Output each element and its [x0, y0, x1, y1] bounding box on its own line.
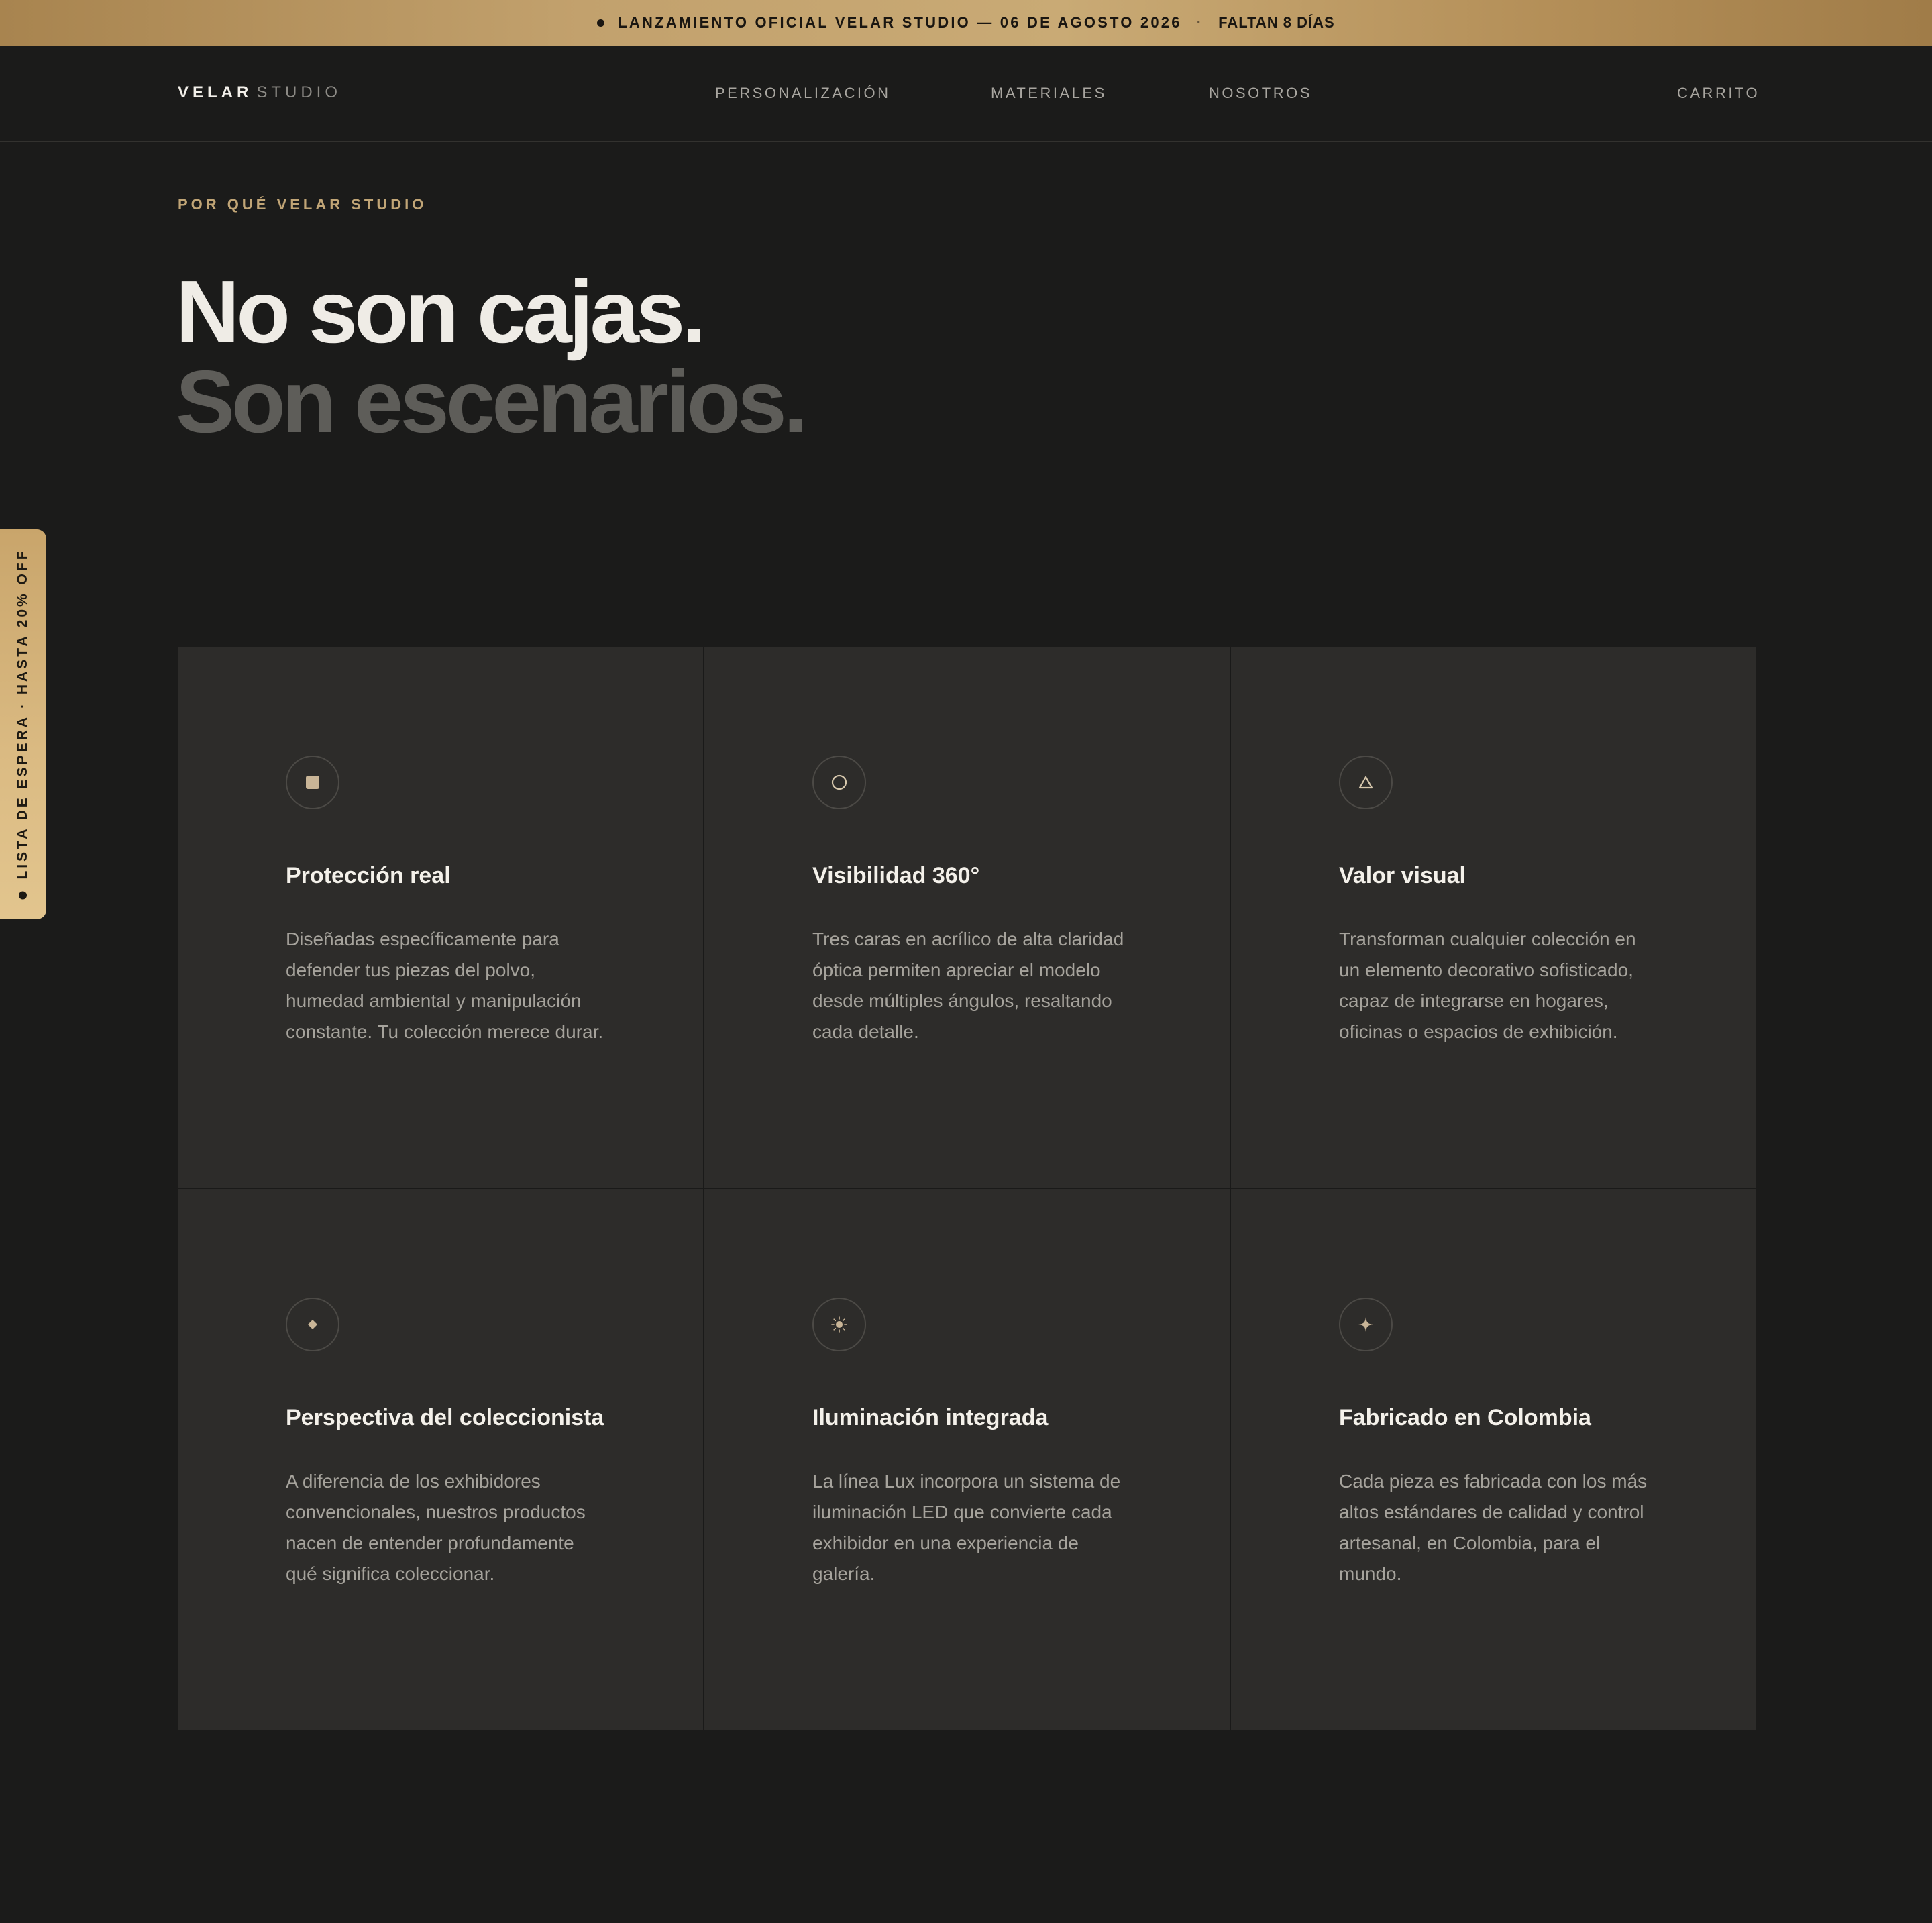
announcement-countdown: FALTAN 8 DÍAS	[1218, 14, 1335, 31]
feature-description: Tres caras en acrílico de alta claridad …	[812, 929, 1124, 1042]
logo[interactable]: VELAR STUDIO	[178, 83, 341, 102]
feature-description: A diferencia de los exhibidores convenci…	[286, 1471, 586, 1584]
nav-link-nosotros[interactable]: NOSOTROS	[1209, 85, 1312, 102]
announcement-text: LANZAMIENTO OFICIAL VELAR STUDIO — 06 DE…	[618, 14, 1182, 31]
features-grid: Protección real Diseñadas específicament…	[178, 647, 1756, 1730]
hero-title-line2: Son escenarios.	[176, 352, 808, 451]
sun-icon	[812, 1298, 866, 1351]
feature-card: Protección real Diseñadas específicament…	[178, 647, 703, 1188]
announcement-separator: ·	[1196, 14, 1204, 31]
feature-card: Fabricado en Colombia Cada pieza es fabr…	[1231, 1189, 1756, 1730]
feature-title: Protección real	[286, 863, 451, 888]
nav-link-carrito[interactable]: CARRITO	[1677, 85, 1760, 102]
sparkle-icon	[1339, 1298, 1393, 1351]
feature-title: Fabricado en Colombia	[1339, 1405, 1591, 1431]
feature-title: Visibilidad 360°	[812, 863, 980, 888]
bullet-icon	[19, 891, 27, 900]
waitlist-tab[interactable]: LISTA DE ESPERA · HASTA 20% OFF	[0, 529, 46, 919]
hero-eyebrow: POR QUÉ VELAR STUDIO	[178, 196, 427, 213]
waitlist-tab-label: LISTA DE ESPERA · HASTA 20% OFF	[15, 548, 30, 880]
feature-description: Diseñadas específicamente para defender …	[286, 929, 604, 1042]
feature-description: La línea Lux incorpora un sistema de ilu…	[812, 1471, 1121, 1584]
triangle-icon	[1339, 756, 1393, 809]
announcement-bar: LANZAMIENTO OFICIAL VELAR STUDIO — 06 DE…	[0, 0, 1932, 46]
nav-link-personalizacion[interactable]: PERSONALIZACIÓN	[715, 85, 891, 102]
bullet-icon	[597, 19, 605, 27]
feature-description: Cada pieza es fabricada con los más alto…	[1339, 1471, 1648, 1584]
feature-title: Valor visual	[1339, 863, 1466, 888]
feature-title: Iluminación integrada	[812, 1405, 1049, 1431]
diamond-icon	[286, 1298, 339, 1351]
hero-title: No son cajas. Son escenarios.	[176, 262, 808, 451]
main-nav: VELAR STUDIO PERSONALIZACIÓN MATERIALES N…	[0, 46, 1932, 142]
feature-card: Valor visual Transforman cualquier colec…	[1231, 647, 1756, 1188]
feature-card: Perspectiva del coleccionista A diferenc…	[178, 1189, 703, 1730]
feature-title: Perspectiva del coleccionista	[286, 1405, 604, 1431]
circle-icon	[812, 756, 866, 809]
feature-description: Transforman cualquier colección en un el…	[1339, 929, 1636, 1042]
feature-card: Visibilidad 360° Tres caras en acrílico …	[704, 647, 1230, 1188]
feature-card: Iluminación integrada La línea Lux incor…	[704, 1189, 1230, 1730]
logo-light: STUDIO	[256, 83, 342, 101]
logo-bold: VELAR	[178, 83, 253, 101]
square-icon	[286, 756, 339, 809]
nav-link-materiales[interactable]: MATERIALES	[991, 85, 1107, 102]
hero-title-line1: No son cajas.	[176, 262, 706, 361]
